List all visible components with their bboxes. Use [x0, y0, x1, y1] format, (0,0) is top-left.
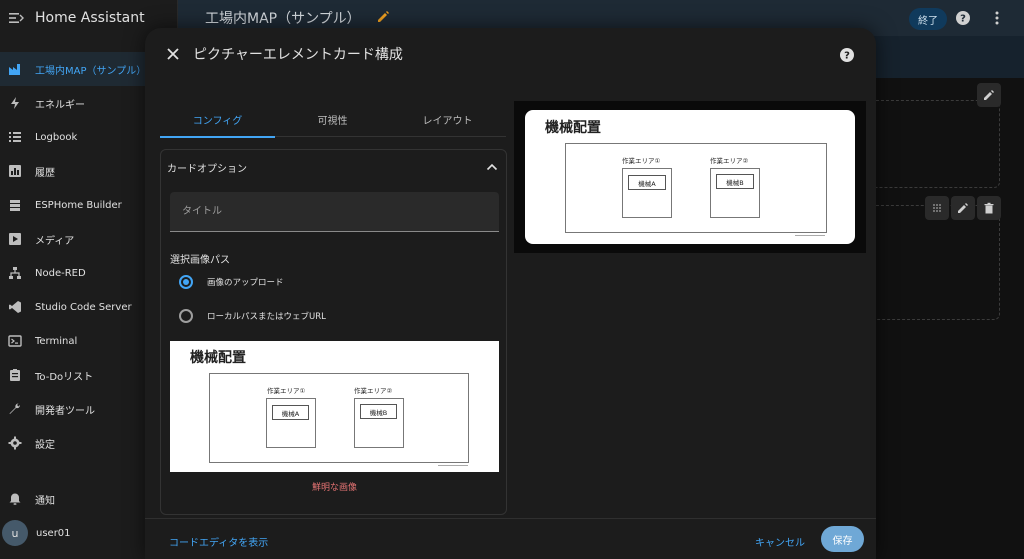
card-preview: 機械配置 作業エリア① 機械A 作業エリア② 機械B	[525, 110, 855, 244]
save-button[interactable]: 保存	[821, 526, 864, 552]
menu-open-icon[interactable]	[8, 10, 24, 26]
svg-text:?: ?	[960, 14, 966, 25]
radio-button[interactable]	[179, 309, 193, 323]
help-circle-icon[interactable]: ?	[955, 10, 971, 26]
dialog-title: ピクチャーエレメントカード構成	[193, 47, 403, 63]
tab-visibility[interactable]: 可視性	[275, 101, 390, 137]
dashboard-card-placeholder	[860, 205, 1000, 320]
machine-label: 機械B	[360, 404, 397, 419]
chevron-up-icon[interactable]	[486, 163, 498, 171]
app-title: Home Assistant	[35, 10, 145, 26]
radio-upload-image[interactable]: 画像のアップロード	[179, 275, 284, 289]
machine-label: 機械B	[716, 174, 754, 189]
tab-config[interactable]: コンフィグ	[160, 101, 275, 138]
app-root: Home Assistant 工場内MAP（サンプル） エネルギー Logboo…	[0, 0, 1024, 559]
frame-corner	[438, 465, 468, 466]
area-label: 作業エリア②	[354, 387, 393, 395]
card-delete-button[interactable]	[977, 196, 1001, 220]
sidebar-item-label: 開発者ツール	[35, 405, 95, 417]
wrench-icon	[8, 402, 22, 416]
radio-local-path-url[interactable]: ローカルパスまたはウェブURL	[179, 309, 326, 323]
sidebar-item-label: エネルギー	[35, 99, 85, 111]
tab-layout[interactable]: レイアウト	[390, 101, 505, 137]
image-path-label: 選択画像パス	[170, 255, 230, 266]
sidebar-item-label: メディア	[35, 235, 75, 247]
cancel-button[interactable]: キャンセル	[755, 534, 805, 549]
help-circle-icon[interactable]: ?	[839, 47, 855, 63]
pencil-icon	[984, 90, 994, 100]
done-button[interactable]: 終了	[909, 8, 947, 30]
area-label: 作業エリア①	[267, 387, 306, 395]
drag-icon	[933, 204, 941, 212]
dialog-footer: コードエディタを表示 キャンセル 保存	[145, 518, 876, 559]
trash-icon	[984, 202, 994, 214]
svg-text:?: ?	[844, 51, 850, 62]
user-profile[interactable]: u user01	[2, 520, 71, 546]
show-code-editor-button[interactable]: コードエディタを表示	[169, 534, 268, 549]
card-edit-button[interactable]	[977, 83, 1001, 107]
sidebar-item-label: Studio Code Server	[35, 301, 132, 313]
card-edit-button[interactable]	[951, 196, 975, 220]
pencil-icon	[958, 203, 968, 213]
card-drag-handle[interactable]	[925, 196, 949, 220]
vscode-icon	[8, 300, 22, 314]
map-title: 機械配置	[190, 350, 246, 366]
server-icon	[8, 198, 22, 212]
bell-icon	[8, 492, 22, 506]
clipboard-list-icon	[8, 368, 22, 382]
radio-label: ローカルパスまたはウェブURL	[207, 312, 326, 322]
radio-button[interactable]	[179, 275, 193, 289]
sidebar-item-label: To-Doリスト	[35, 371, 94, 383]
map-frame	[565, 143, 827, 233]
factory-icon	[8, 62, 22, 76]
page-title: 工場内MAP（サンプル）	[205, 11, 361, 27]
sidebar-item-label: Node-RED	[35, 267, 86, 279]
avatar: u	[2, 520, 28, 546]
sidebar-item-label: 履歴	[35, 167, 55, 179]
card-preview-area: 機械配置 作業エリア① 機械A 作業エリア② 機械B	[514, 101, 866, 253]
title-field[interactable]	[170, 192, 499, 232]
card-options-panel: カードオプション 選択画像パス 画像のアップロード ローカルパスまたはウェブUR…	[160, 149, 507, 515]
machine-label: 機械A	[272, 405, 309, 420]
sidebar-item-label: 設定	[35, 439, 55, 451]
sidebar-item-label: 通知	[35, 495, 55, 507]
map-title: 機械配置	[545, 120, 601, 136]
console-icon	[8, 334, 22, 348]
user-name: user01	[36, 527, 71, 539]
pencil-icon[interactable]	[376, 10, 390, 24]
radio-label: 画像のアップロード	[207, 278, 284, 288]
section-title: カードオプション	[167, 164, 247, 175]
image-caption: 鮮明な画像	[311, 483, 357, 493]
list-icon	[8, 130, 22, 144]
lightning-icon	[8, 96, 22, 110]
area-label: 作業エリア①	[622, 157, 661, 165]
sidebar-item-label: Terminal	[35, 335, 78, 347]
card-editor-dialog: ピクチャーエレメントカード構成 ? コンフィグ 可視性 レイアウト カードオプシ…	[145, 28, 876, 559]
close-icon[interactable]	[166, 47, 180, 61]
area-label: 作業エリア②	[710, 157, 749, 165]
sidebar-item-label: Logbook	[35, 131, 78, 143]
cog-icon	[8, 436, 22, 450]
sidebar-item-label: 工場内MAP（サンプル）	[35, 65, 147, 77]
sidebar-item-label: ESPHome Builder	[35, 199, 122, 211]
chart-box-icon	[8, 164, 22, 178]
machine-label: 機械A	[628, 175, 666, 190]
play-box-icon	[8, 232, 22, 246]
title-input[interactable]	[170, 192, 499, 231]
uploaded-image-preview: 機械配置 作業エリア① 機械A 作業エリア② 機械B	[170, 341, 499, 472]
more-vertical-icon[interactable]	[993, 10, 1001, 26]
map-frame	[209, 373, 469, 463]
sitemap-icon	[8, 266, 22, 280]
frame-corner	[795, 235, 825, 236]
dashboard-card-placeholder	[860, 100, 1000, 188]
editor-tabs: コンフィグ 可視性 レイアウト	[160, 101, 506, 138]
